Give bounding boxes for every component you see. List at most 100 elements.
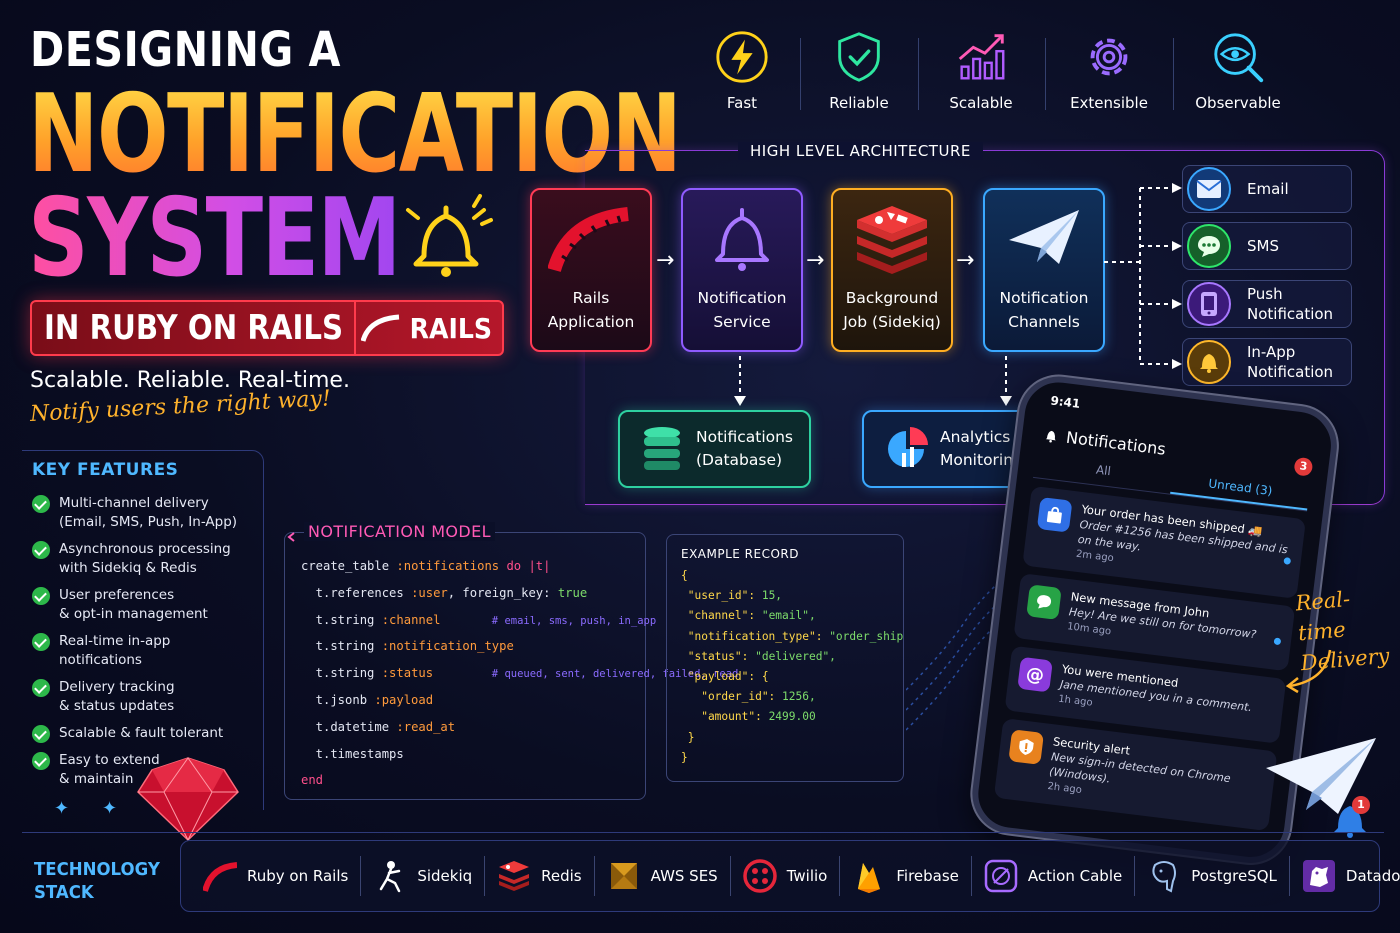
sidekiq-icon [380, 861, 401, 893]
channel-push: Push Notification [1182, 280, 1352, 328]
architecture-title: HIGH LEVEL ARCHITECTURE [738, 142, 983, 160]
code-bracket-icon [286, 528, 296, 542]
tech-label: Ruby on Rails [247, 867, 349, 885]
code-line: t.string :notification_type [301, 639, 514, 654]
tech-ruby-on-rails: Ruby on Rails [181, 856, 362, 896]
redis-icon [857, 206, 927, 274]
code-line: "user_id": 15, [681, 589, 783, 603]
banner-text: IN RUBY ON RAILS [44, 308, 344, 348]
envelope-icon [1187, 167, 1231, 211]
arrow-icon: → [956, 248, 975, 273]
code-line: t.string :channel # email, sms, push, in… [301, 612, 657, 627]
quality-label: Extensible [1070, 94, 1148, 112]
code-line: end [301, 773, 324, 788]
example-record-title: EXAMPLE RECORD [681, 547, 800, 561]
chat-bubble-icon [1026, 584, 1062, 620]
check-icon [32, 495, 50, 513]
list-item: Delivery tracking & status updates [32, 678, 262, 716]
list-item: User preferences & opt-in management [32, 586, 262, 624]
model-code: create_table :notifications do |t| t.ref… [301, 559, 738, 800]
tech-postgresql: PostgreSQL [1135, 856, 1290, 896]
divider [1045, 38, 1046, 110]
quality-extensible: Extensible [1049, 28, 1169, 112]
bell-badge: 1 [1352, 796, 1370, 814]
tech-label: Sidekiq [417, 867, 473, 885]
channel-in-app: In-App Notification [1182, 338, 1352, 386]
tech-label: Twilio [786, 867, 828, 885]
quality-fast: Fast [682, 28, 802, 112]
unread-badge[interactable]: 3 [1293, 456, 1314, 477]
channel-label: Email [1247, 180, 1289, 198]
check-icon [32, 752, 50, 770]
node-notification-service: Notification Service [681, 188, 803, 352]
tech-label: AWS SES [650, 867, 718, 885]
at-sign-icon: @ [1017, 656, 1053, 693]
code-line: "status": "delivered", [681, 649, 836, 663]
code-line: } [681, 730, 695, 744]
quality-label: Fast [726, 94, 758, 112]
quality-label: Reliable [829, 94, 889, 112]
feature-text: Delivery tracking & status updates [59, 679, 175, 714]
code-line: "notification_type": "order_shipped", [681, 629, 904, 643]
tech-action-cable: Action Cable [972, 856, 1136, 896]
action-cable-icon [984, 859, 1018, 893]
title-line-1: DESIGNING A [30, 22, 341, 78]
datadog-icon [1302, 860, 1335, 892]
channel-email: Email [1182, 165, 1352, 213]
check-icon [32, 633, 50, 651]
rails-icon [361, 314, 400, 342]
title-line-3: SYSTEM [28, 176, 401, 301]
growth-chart-icon [958, 34, 1005, 80]
node-background-job: Background Job (Sidekiq) [831, 188, 953, 352]
channel-label: Push Notification [1247, 285, 1334, 323]
list-item: Scalable & fault tolerant [32, 724, 262, 743]
tech-firebase: Firebase [840, 856, 972, 896]
arrow-icon: → [806, 248, 825, 273]
tech-label: Redis [541, 867, 582, 885]
example-code: { "user_id": 15, "channel": "email", "no… [681, 569, 904, 771]
paper-plane-icon [1009, 210, 1079, 264]
bell-icon [1045, 430, 1056, 443]
quality-label: Observable [1195, 94, 1281, 112]
key-features-title: KEY FEATURES [32, 460, 179, 480]
curved-arrow-icon [1285, 649, 1332, 694]
rails-banner: IN RUBY ON RAILS RAILS [30, 300, 504, 356]
sparkle-icon: ✦ [54, 798, 70, 819]
quality-reliable: Reliable [799, 28, 919, 112]
database-icon [644, 427, 680, 470]
code-line: t.references :user, foreign_key: true [301, 585, 588, 600]
code-line: "order_id": 1256, [681, 690, 816, 704]
node-rails-application: Rails Application [530, 188, 652, 352]
phone-icon [1187, 282, 1231, 326]
lightning-icon [716, 31, 768, 83]
aws-ses-icon [610, 863, 637, 889]
rails-icon [548, 207, 629, 273]
tech-stack-title: TECHNOLOGY STACK [34, 859, 160, 903]
eye-search-icon [1214, 33, 1264, 83]
check-icon [32, 541, 50, 559]
check-icon [32, 725, 50, 743]
tech-label: Action Cable [1027, 867, 1123, 885]
quality-label: Scalable [949, 94, 1013, 112]
tech-datadog: Datadog [1290, 856, 1400, 896]
divider [918, 38, 919, 110]
gear-icon [1090, 38, 1128, 76]
notification-model-title: NOTIFICATION MODEL [304, 522, 495, 541]
code-line: "amount": 2499.00 [681, 710, 816, 724]
code-line: create_table :notifications do |t| [301, 559, 551, 573]
channel-label: SMS [1247, 237, 1279, 255]
feature-text: User preferences & opt-in management [59, 587, 208, 622]
tech-stack-bar: Ruby on Rails Sidekiq Redis AWS SES Twil… [180, 840, 1400, 912]
connector-down [734, 356, 746, 406]
channel-fanout [1104, 183, 1182, 369]
quality-scalable: Scalable [921, 28, 1041, 112]
tech-label: PostgreSQL [1191, 867, 1277, 885]
tech-label: Firebase [896, 867, 959, 885]
code-line: "channel": "email", [681, 609, 816, 623]
analytics-icon [888, 427, 928, 467]
tech-sidekiq: Sidekiq [361, 856, 486, 896]
postgresql-icon [1152, 861, 1177, 893]
ruby-gem-icon [137, 757, 239, 842]
arrow-icon: → [656, 248, 675, 273]
shield-check-icon [838, 32, 880, 82]
